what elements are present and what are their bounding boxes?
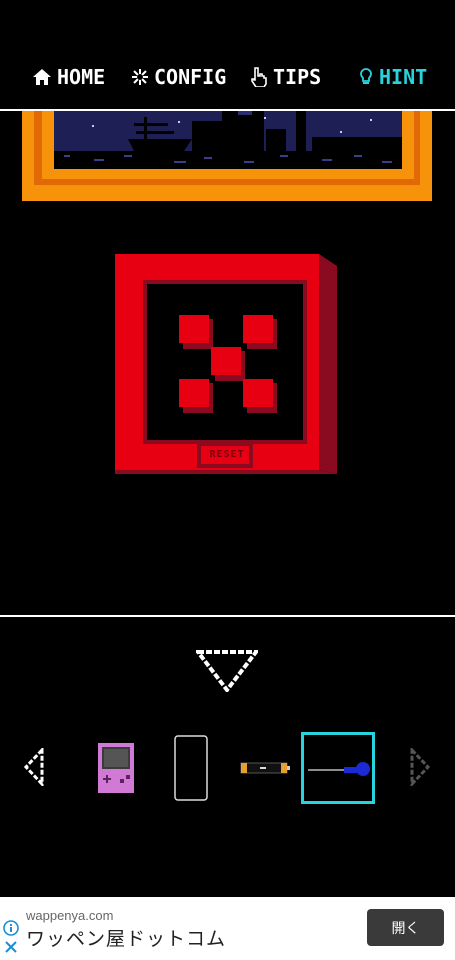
tips-label: TIPS: [273, 65, 322, 89]
ad-domain: wappenya.com: [26, 908, 114, 923]
pointer-hand-icon: [251, 67, 267, 87]
look-down-arrow[interactable]: [193, 650, 261, 694]
puzzle-tile-bottom-right[interactable]: [243, 379, 277, 413]
chevron-down-icon: [193, 650, 261, 694]
puzzle-box-side: [319, 254, 337, 474]
smartphone-icon: [174, 735, 208, 801]
close-icon[interactable]: [4, 940, 18, 954]
ad-title: ワッペン屋ドットコム: [26, 928, 227, 950]
harbor-silhouette: [54, 111, 402, 169]
gear-icon: [132, 69, 148, 85]
hint-button[interactable]: HINT: [358, 62, 427, 92]
puzzle-tile-bottom-left[interactable]: [179, 379, 213, 413]
home-button[interactable]: HOME: [32, 62, 105, 92]
lightbulb-icon: [360, 68, 372, 84]
puzzle-tile-top-left[interactable]: [179, 315, 213, 349]
info-icon[interactable]: [3, 920, 19, 936]
harbor-painting[interactable]: [22, 111, 432, 201]
inventory-next-arrow[interactable]: [408, 746, 432, 788]
handheld-console-icon: [98, 743, 134, 793]
screwdriver-icon: [308, 762, 370, 776]
puzzle-tile-top-right[interactable]: [243, 315, 277, 349]
hint-label: HINT: [379, 65, 428, 89]
battery-icon: [240, 762, 290, 774]
inventory-slot-smartphone[interactable]: [153, 732, 227, 804]
chevron-left-icon: [23, 746, 44, 788]
tile-puzzle-box: RESET: [115, 252, 339, 474]
puzzle-tile-center[interactable]: [211, 347, 245, 381]
night-harbor-scene: [54, 111, 402, 169]
config-button[interactable]: CONFIG: [131, 62, 226, 92]
top-nav-bar: HOME CONFIG TIPS HINT: [0, 0, 455, 111]
chevron-right-icon: [410, 746, 431, 788]
ad-banner[interactable]: wappenya.com ワッペン屋ドットコム 開く: [0, 897, 455, 960]
home-label: HOME: [57, 65, 106, 89]
inventory-slot-battery[interactable]: [227, 732, 301, 804]
reset-label: RESET: [209, 449, 245, 460]
ad-open-button[interactable]: 開く: [367, 909, 444, 946]
inventory-prev-arrow[interactable]: [22, 746, 46, 788]
inventory-slot-screwdriver[interactable]: [301, 732, 375, 804]
inventory-slot-handheld-console[interactable]: [80, 732, 154, 804]
inventory-divider: [0, 615, 455, 617]
home-icon: [33, 69, 51, 85]
config-label: CONFIG: [154, 65, 227, 89]
tips-button[interactable]: TIPS: [250, 62, 321, 92]
